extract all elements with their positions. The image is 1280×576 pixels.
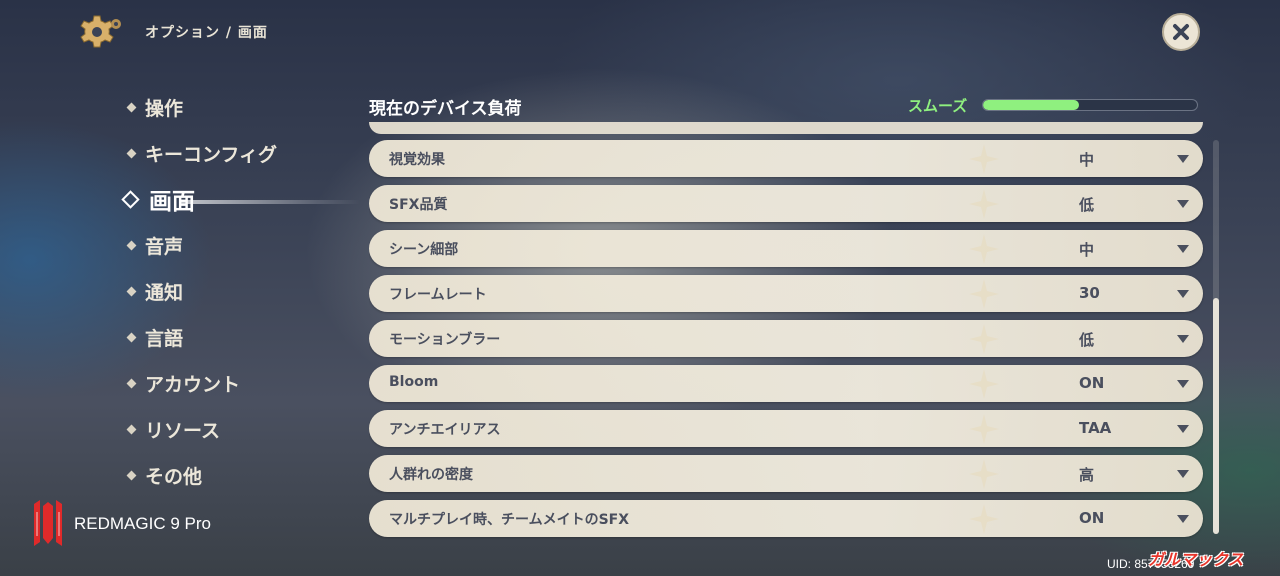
sidebar-item-label: キーコンフィグ: [145, 143, 278, 166]
device-load-meter: [982, 99, 1198, 111]
diamond-bullet-icon: [126, 240, 137, 250]
sidebar-item-label: アカウント: [145, 373, 241, 396]
setting-value-dropdown[interactable]: ON: [1009, 374, 1179, 392]
diamond-bullet-icon: [126, 286, 137, 296]
sparkle-icon: [969, 459, 999, 489]
device-load-fill: [983, 100, 1080, 110]
sidebar-item-label: リソース: [145, 419, 221, 442]
caret-down-icon[interactable]: [1177, 425, 1189, 433]
setting-row[interactable]: アンチエイリアス TAA: [369, 410, 1203, 447]
setting-value-dropdown[interactable]: 30: [1009, 284, 1179, 302]
close-button[interactable]: [1162, 13, 1200, 51]
top-bar: オプション / 画面: [0, 0, 1280, 64]
sidebar-item-resources[interactable]: リソース: [120, 406, 340, 452]
sidebar-item-label: 操作: [145, 97, 184, 120]
watermark-logo: ガルマックス: [1148, 550, 1244, 569]
caret-down-icon[interactable]: [1177, 200, 1189, 208]
setting-row[interactable]: 視覚効果 中: [369, 140, 1203, 177]
setting-row[interactable]: SFX品質 低: [369, 185, 1203, 222]
setting-value-dropdown[interactable]: 低: [1009, 194, 1179, 215]
setting-label: モーションブラー: [389, 332, 501, 348]
device-brand: REDMAGIC 9 Pro: [30, 498, 211, 550]
caret-down-icon[interactable]: [1177, 290, 1189, 298]
caret-down-icon[interactable]: [1177, 470, 1189, 478]
diamond-bullet-icon: [126, 378, 137, 388]
setting-row[interactable]: シーン細部 中: [369, 230, 1203, 267]
setting-value-dropdown[interactable]: 低: [1009, 329, 1179, 350]
sidebar-nav: 操作 キーコンフィグ 画面 音声 通知 言語 アカウント リソース その他: [120, 84, 360, 498]
sidebar-item-controls[interactable]: 操作: [120, 84, 340, 130]
sparkle-icon: [969, 504, 999, 534]
diamond-bullet-icon: [126, 148, 137, 158]
setting-value-dropdown[interactable]: TAA: [1009, 419, 1179, 437]
setting-label: 視覚効果: [389, 152, 445, 168]
setting-value-dropdown[interactable]: ON: [1009, 509, 1179, 527]
breadcrumb: オプション / 画面: [145, 25, 268, 41]
scrollbar[interactable]: [1213, 140, 1219, 534]
sparkle-icon: [969, 369, 999, 399]
setting-value-dropdown[interactable]: 中: [1009, 149, 1179, 170]
active-indicator: [180, 200, 360, 204]
setting-value-dropdown[interactable]: 高: [1009, 464, 1179, 485]
sidebar-item-graphics[interactable]: 画面: [120, 176, 360, 222]
setting-label: Bloom: [389, 374, 439, 390]
sidebar-item-label: その他: [145, 465, 203, 488]
setting-label: 人群れの密度: [389, 467, 473, 483]
scrollbar-thumb[interactable]: [1213, 298, 1219, 534]
sparkle-icon: [969, 144, 999, 174]
settings-rows: 視覚効果中 SFX品質低シーン細部中フレームレート 30 モーションブラー低 Bloom…: [369, 140, 1205, 542]
setting-label: SFX品質: [389, 197, 448, 213]
diamond-bullet-icon: [121, 189, 140, 209]
setting-row[interactable]: フレームレート 30: [369, 275, 1203, 312]
sidebar-item-label: 通知: [145, 281, 184, 304]
sparkle-icon: [969, 279, 999, 309]
sidebar-item-account[interactable]: アカウント: [120, 360, 340, 406]
sidebar-item-audio[interactable]: 音声: [120, 222, 340, 268]
caret-down-icon[interactable]: [1177, 155, 1189, 163]
sparkle-icon: [969, 324, 999, 354]
setting-value-dropdown[interactable]: 中: [1009, 239, 1179, 260]
setting-label: フレームレート: [389, 287, 487, 303]
setting-label: マルチプレイ時、チームメイトのSFX: [389, 512, 630, 528]
sidebar-item-label: 言語: [145, 327, 184, 350]
sidebar-item-label: 画面: [149, 189, 195, 215]
caret-down-icon[interactable]: [1177, 515, 1189, 523]
setting-row[interactable]: モーションブラー 低: [369, 320, 1203, 357]
sparkle-icon: [969, 234, 999, 264]
setting-label: シーン細部: [389, 242, 459, 258]
device-load-status: スムーズ: [908, 97, 968, 115]
gear-icon: [80, 15, 121, 48]
setting-row[interactable]: マルチプレイ時、チームメイトのSFX ON: [369, 500, 1203, 537]
sidebar-item-notifications[interactable]: 通知: [120, 268, 340, 314]
setting-row[interactable]: 人群れの密度 高: [369, 455, 1203, 492]
device-brand-label: REDMAGIC 9 Pro: [74, 514, 211, 533]
sidebar-item-label: 音声: [145, 235, 184, 258]
diamond-bullet-icon: [126, 102, 137, 112]
close-icon: [1173, 24, 1189, 40]
sidebar-item-keybindings[interactable]: キーコンフィグ: [120, 130, 340, 176]
setting-label: アンチエイリアス: [389, 422, 501, 438]
diamond-bullet-icon: [126, 424, 137, 434]
redmagic-logo-icon: [34, 500, 62, 546]
settings-list[interactable]: 視覚効果中 SFX品質低シーン細部中フレームレート 30 モーションブラー低 Bloom…: [369, 122, 1205, 542]
partial-row: [369, 122, 1203, 134]
caret-down-icon[interactable]: [1177, 335, 1189, 343]
device-load-title: 現在のデバイス負荷: [369, 99, 522, 119]
sparkle-icon: [969, 189, 999, 219]
caret-down-icon[interactable]: [1177, 380, 1189, 388]
sparkle-icon: [969, 414, 999, 444]
diamond-bullet-icon: [126, 470, 137, 480]
diamond-bullet-icon: [126, 332, 137, 342]
sidebar-item-language[interactable]: 言語: [120, 314, 340, 360]
setting-row[interactable]: Bloom ON: [369, 365, 1203, 402]
caret-down-icon[interactable]: [1177, 245, 1189, 253]
sidebar-item-other[interactable]: その他: [120, 452, 340, 498]
